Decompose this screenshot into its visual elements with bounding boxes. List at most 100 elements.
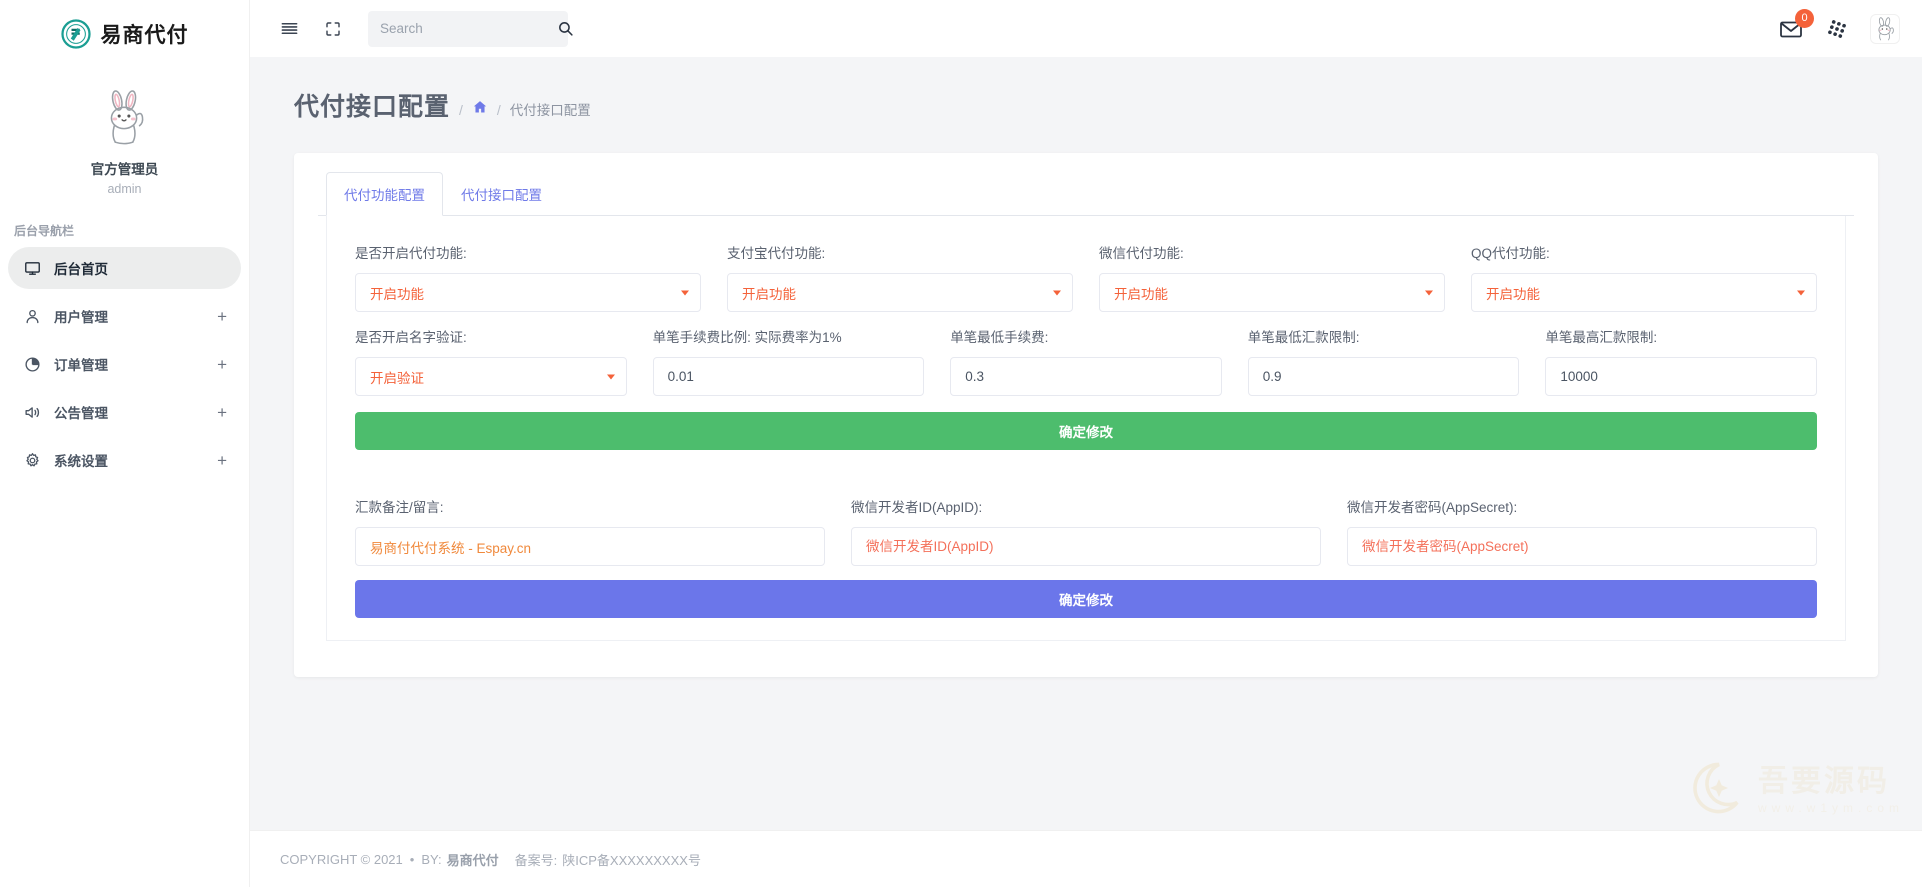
form-row-1: 是否开启代付功能: 开启功能 支付宝代付功能: 开启功能	[355, 242, 1817, 312]
brand-name: 易商代付	[101, 19, 189, 49]
field-min-fee: 单笔最低手续费:	[950, 326, 1222, 396]
field-min-remit: 单笔最低汇款限制:	[1248, 326, 1520, 396]
espay-logo-icon	[61, 19, 91, 49]
field-label: 是否开启代付功能:	[355, 242, 701, 262]
nav-heading: 后台导航栏	[0, 202, 249, 247]
sidebar-item-label: 订单管理	[54, 354, 217, 374]
watermark-url: www.w1ym.com	[1758, 801, 1904, 815]
field-label: 单笔最低汇款限制:	[1248, 326, 1520, 346]
mail-badge: 0	[1795, 9, 1814, 28]
field-label: QQ代付功能:	[1471, 242, 1817, 262]
sidebar-item-label: 用户管理	[54, 306, 217, 326]
app-root: 易商代付	[0, 0, 1922, 887]
avatar[interactable]	[1870, 14, 1900, 44]
select-name-verify[interactable]: 开启验证	[355, 357, 627, 396]
field-wechat-appsecret: 微信开发者密码(AppSecret):	[1347, 496, 1817, 566]
input-remit-remark[interactable]	[355, 527, 825, 566]
config-panel: 是否开启代付功能: 开启功能 支付宝代付功能: 开启功能	[326, 216, 1846, 641]
field-label: 单笔最低手续费:	[950, 326, 1222, 346]
submit-interface-config-button[interactable]: 确定修改	[355, 580, 1817, 618]
sidebar-item-label: 公告管理	[54, 402, 217, 422]
apps-grid-icon[interactable]	[1826, 18, 1848, 40]
sidebar-item-label: 后台首页	[54, 258, 227, 278]
user-icon	[22, 306, 42, 326]
select-alipay-payout[interactable]: 开启功能	[727, 273, 1073, 312]
expand-icon[interactable]: +	[217, 452, 227, 469]
profile-block: 官方管理员 admin	[0, 68, 249, 202]
breadcrumb-separator-2: /	[497, 102, 501, 118]
footer-record-value: 陕ICP备XXXXXXXXX号	[562, 850, 701, 869]
watermark: 吾要源码 www.w1ym.com	[1690, 759, 1904, 822]
megaphone-icon	[22, 402, 42, 422]
tab-interface-config[interactable]: 代付接口配置	[443, 172, 560, 216]
field-wechat-appid: 微信开发者ID(AppID):	[851, 496, 1321, 566]
rabbit-avatar-icon[interactable]	[94, 86, 156, 148]
field-label: 单笔最高汇款限制:	[1545, 326, 1817, 346]
sidebar-item-users[interactable]: 用户管理 +	[8, 295, 241, 337]
input-wechat-appid[interactable]	[851, 527, 1321, 566]
form-row-3: 汇款备注/留言: 微信开发者ID(AppID): 微信开发者密码(AppSecr…	[355, 496, 1817, 566]
field-fee-rate: 单笔手续费比例: 实际费率为1%	[653, 326, 925, 396]
expand-icon[interactable]: +	[217, 308, 227, 325]
brand-logo-area[interactable]: 易商代付	[0, 0, 249, 68]
footer-dot: •	[410, 852, 415, 867]
field-name-verify: 是否开启名字验证: 开启验证	[355, 326, 627, 396]
input-min-remit[interactable]	[1248, 357, 1520, 396]
profile-username: admin	[0, 182, 249, 196]
tab-function-config[interactable]: 代付功能配置	[326, 172, 443, 216]
breadcrumb-current: 代付接口配置	[510, 99, 591, 119]
field-qq-payout: QQ代付功能: 开启功能	[1471, 242, 1817, 312]
expand-icon[interactable]: +	[217, 356, 227, 373]
pie-chart-icon	[22, 354, 42, 374]
sidebar-item-settings[interactable]: 系统设置 +	[8, 439, 241, 481]
submit-function-config-button[interactable]: 确定修改	[355, 412, 1817, 450]
sidebar: 易商代付	[0, 0, 250, 887]
input-fee-rate[interactable]	[653, 357, 925, 396]
monitor-icon	[22, 258, 42, 278]
input-max-remit[interactable]	[1545, 357, 1817, 396]
search-input[interactable]	[380, 21, 557, 36]
select-enable-payout[interactable]: 开启功能	[355, 273, 701, 312]
select-qq-payout[interactable]: 开启功能	[1471, 273, 1817, 312]
footer-by-name: 易商代付	[447, 850, 499, 869]
input-min-fee[interactable]	[950, 357, 1222, 396]
footer-copyright: COPYRIGHT © 2021	[280, 852, 403, 867]
gear-icon	[22, 450, 42, 470]
sidebar-nav: 后台首页 用户管理 +	[0, 247, 249, 487]
expand-icon[interactable]: +	[217, 404, 227, 421]
field-alipay-payout: 支付宝代付功能: 开启功能	[727, 242, 1073, 312]
field-wechat-payout: 微信代付功能: 开启功能	[1099, 242, 1445, 312]
home-icon[interactable]	[472, 99, 488, 115]
search-box[interactable]	[368, 11, 568, 47]
watermark-logo-icon	[1690, 759, 1748, 822]
watermark-text: 吾要源码	[1758, 767, 1904, 797]
topbar: 0	[250, 0, 1922, 57]
sidebar-item-announcements[interactable]: 公告管理 +	[8, 391, 241, 433]
field-label: 支付宝代付功能:	[727, 242, 1073, 262]
sidebar-item-dashboard[interactable]: 后台首页	[8, 247, 241, 289]
input-wechat-appsecret[interactable]	[1347, 527, 1817, 566]
sidebar-item-orders[interactable]: 订单管理 +	[8, 343, 241, 385]
field-label: 微信开发者ID(AppID):	[851, 496, 1321, 516]
field-label: 汇款备注/留言:	[355, 496, 825, 516]
form-row-2: 是否开启名字验证: 开启验证 单笔手续费比例: 实际费率为1% 单笔最低手续费:	[355, 326, 1817, 396]
main-area: 0	[250, 0, 1922, 887]
profile-name: 官方管理员	[0, 158, 249, 178]
field-max-remit: 单笔最高汇款限制:	[1545, 326, 1817, 396]
tab-bar: 代付功能配置 代付接口配置	[318, 171, 1854, 216]
page-header: 代付接口配置 / / 代付接口配置	[250, 57, 1922, 123]
field-label: 是否开启名字验证:	[355, 326, 627, 346]
field-label: 单笔手续费比例: 实际费率为1%	[653, 326, 925, 346]
envelope-icon[interactable]: 0	[1778, 17, 1804, 41]
select-wechat-payout[interactable]: 开启功能	[1099, 273, 1445, 312]
search-icon[interactable]	[557, 20, 574, 37]
content-area: 代付接口配置 / / 代付接口配置 代付功能配置 代付接口配置	[250, 57, 1922, 830]
footer-record-label: 备案号:	[515, 850, 558, 869]
hamburger-menu-icon[interactable]	[272, 12, 306, 46]
section-spacer	[355, 450, 1817, 496]
topbar-actions: 0	[1778, 14, 1900, 44]
fullscreen-icon[interactable]	[316, 12, 350, 46]
config-card: 代付功能配置 代付接口配置 是否开启代付功能: 开启功能	[294, 153, 1878, 677]
footer-by-label: BY:	[421, 852, 441, 867]
breadcrumb-separator: /	[459, 102, 463, 118]
